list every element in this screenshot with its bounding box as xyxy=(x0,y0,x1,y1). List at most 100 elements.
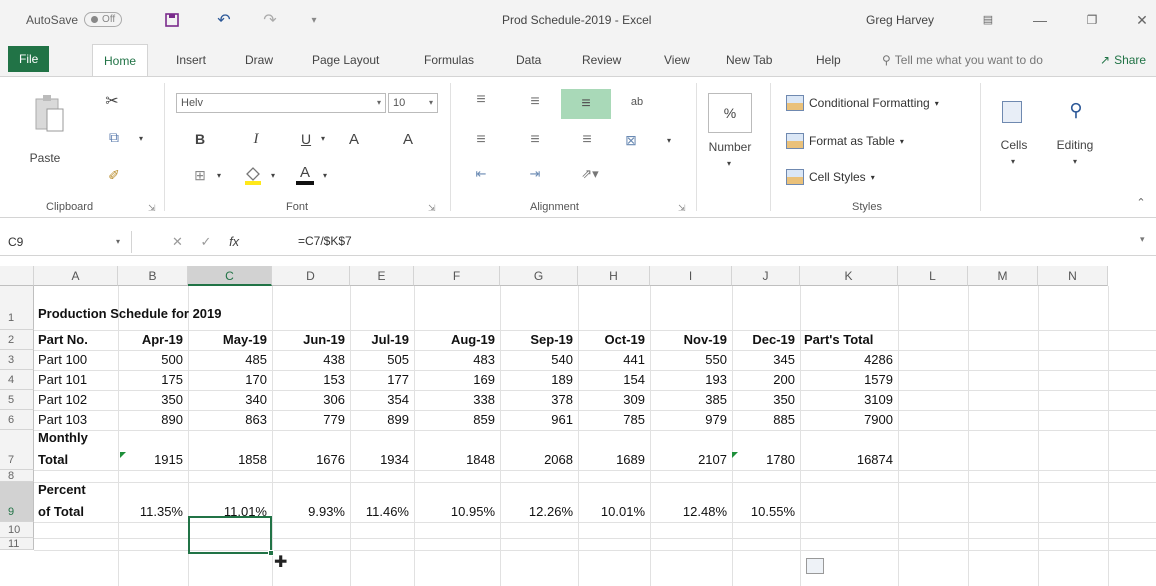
share-button[interactable]: ↗ Share xyxy=(1100,53,1146,67)
cells-icon[interactable] xyxy=(1002,101,1022,123)
cell[interactable]: 12.26% xyxy=(500,504,573,519)
cell[interactable]: Oct-19 xyxy=(578,332,645,347)
cell[interactable]: Part 103 xyxy=(38,412,87,427)
font-size-select[interactable]: 10 ▾ xyxy=(388,93,438,113)
cell[interactable]: 350 xyxy=(118,392,183,407)
format-as-table-button[interactable]: Format as Table ▾ xyxy=(786,133,904,149)
tab-review[interactable]: Review xyxy=(582,53,621,67)
cell[interactable]: 785 xyxy=(578,412,645,427)
cell[interactable]: 899 xyxy=(350,412,409,427)
cell[interactable]: 378 xyxy=(500,392,573,407)
tab-insert[interactable]: Insert xyxy=(176,53,206,67)
collapse-ribbon-icon[interactable]: ⌃ xyxy=(1134,195,1148,209)
cell[interactable]: 1915 xyxy=(118,452,183,467)
cell[interactable]: 1780 xyxy=(732,452,795,467)
decrease-indent-icon[interactable]: ⇤ xyxy=(470,165,492,183)
cell[interactable]: 189 xyxy=(500,372,573,387)
cell[interactable]: Sep-19 xyxy=(500,332,573,347)
cell[interactable]: Part 100 xyxy=(38,352,87,367)
row-header-8[interactable]: 8 xyxy=(0,470,34,482)
cell[interactable]: 500 xyxy=(118,352,183,367)
underline-button[interactable]: U xyxy=(296,129,316,149)
column-header-e[interactable]: E xyxy=(350,266,414,286)
orientation-icon[interactable]: ⇗▾ xyxy=(576,165,604,183)
tab-home[interactable]: Home xyxy=(92,44,148,76)
cell[interactable]: 16874 xyxy=(800,452,893,467)
row-header-5[interactable]: 5 xyxy=(0,390,34,410)
cell[interactable]: 438 xyxy=(272,352,345,367)
cell[interactable]: 7900 xyxy=(800,412,893,427)
cell[interactable]: Part 101 xyxy=(38,372,87,387)
borders-dropdown-icon[interactable]: ▾ xyxy=(214,168,224,182)
column-header-j[interactable]: J xyxy=(732,266,800,286)
cell[interactable]: May-19 xyxy=(188,332,267,347)
cell[interactable]: 309 xyxy=(578,392,645,407)
cell[interactable]: 2107 xyxy=(650,452,727,467)
increase-indent-icon[interactable]: ⇥ xyxy=(524,165,546,183)
cell[interactable]: 354 xyxy=(350,392,409,407)
cell[interactable]: 863 xyxy=(188,412,267,427)
column-header-i[interactable]: I xyxy=(650,266,732,286)
column-header-h[interactable]: H xyxy=(578,266,650,286)
cell[interactable]: Dec-19 xyxy=(732,332,795,347)
cell[interactable]: Apr-19 xyxy=(118,332,183,347)
cell[interactable]: 200 xyxy=(732,372,795,387)
cell[interactable]: 1858 xyxy=(188,452,267,467)
ribbon-display-icon[interactable]: ▤ xyxy=(978,10,998,30)
row-header-7[interactable]: 7 xyxy=(0,430,34,470)
cell[interactable]: 170 xyxy=(188,372,267,387)
column-header-l[interactable]: L xyxy=(898,266,968,286)
cell[interactable]: 350 xyxy=(732,392,795,407)
tab-page-layout[interactable]: Page Layout xyxy=(312,53,379,67)
row-header-9[interactable]: 9 xyxy=(0,482,34,522)
row-header-6[interactable]: 6 xyxy=(0,410,34,430)
cell[interactable]: 4286 xyxy=(800,352,893,367)
cell[interactable]: 1689 xyxy=(578,452,645,467)
align-center-icon[interactable]: ≡ xyxy=(524,131,546,149)
top-align-icon[interactable]: ≡ xyxy=(470,91,492,109)
tab-file[interactable]: File xyxy=(8,46,50,72)
number-dropdown-icon[interactable]: ▾ xyxy=(724,157,734,169)
align-left-icon[interactable]: ≡ xyxy=(470,131,492,149)
tell-me-search[interactable]: ⚲ Tell me what you want to do xyxy=(882,53,1043,67)
italic-button[interactable]: I xyxy=(246,129,266,149)
cell[interactable]: 193 xyxy=(650,372,727,387)
format-painter-icon[interactable]: ✐ xyxy=(104,165,124,185)
error-indicator-icon[interactable] xyxy=(732,452,738,458)
user-name[interactable]: Greg Harvey xyxy=(866,13,934,27)
cell[interactable]: 961 xyxy=(500,412,573,427)
middle-align-icon[interactable]: ≡ xyxy=(524,93,546,111)
cell[interactable]: 441 xyxy=(578,352,645,367)
cancel-icon[interactable]: ✕ xyxy=(172,234,183,249)
conditional-formatting-button[interactable]: Conditional Formatting ▾ xyxy=(786,95,939,111)
column-header-a[interactable]: A xyxy=(34,266,118,286)
column-header-c[interactable]: C xyxy=(188,266,272,286)
percent-icon[interactable]: % xyxy=(708,93,752,133)
insert-function-icon[interactable]: fx xyxy=(229,234,239,249)
borders-icon[interactable]: ⊞ xyxy=(190,165,210,185)
cell[interactable]: 385 xyxy=(650,392,727,407)
merge-dropdown-icon[interactable]: ▾ xyxy=(664,133,674,147)
cell[interactable]: 885 xyxy=(732,412,795,427)
underline-dropdown-icon[interactable]: ▾ xyxy=(318,131,328,145)
font-name-select[interactable]: Helv ▾ xyxy=(176,93,386,113)
column-header-b[interactable]: B xyxy=(118,266,188,286)
cell[interactable]: 2068 xyxy=(500,452,573,467)
cell[interactable]: 306 xyxy=(272,392,345,407)
row-header-2[interactable]: 2 xyxy=(0,330,34,350)
cell[interactable]: 540 xyxy=(500,352,573,367)
cell[interactable]: 12.48% xyxy=(650,504,727,519)
wrap-text-icon[interactable]: ab xyxy=(626,91,648,113)
column-header-m[interactable]: M xyxy=(968,266,1038,286)
clipboard-launcher-icon[interactable]: ⇲ xyxy=(148,203,156,214)
cell[interactable]: 153 xyxy=(272,372,345,387)
cell[interactable]: of Total xyxy=(38,504,84,519)
name-box[interactable]: C9 ▾ xyxy=(4,231,132,253)
cell[interactable]: 1676 xyxy=(272,452,345,467)
error-indicator-icon[interactable] xyxy=(120,452,126,458)
copy-icon[interactable]: ⧉ xyxy=(104,127,124,147)
tab-help[interactable]: Help xyxy=(816,53,841,67)
cell[interactable]: Jul-19 xyxy=(350,332,409,347)
tab-draw[interactable]: Draw xyxy=(245,53,273,67)
decrease-font-button[interactable]: A xyxy=(398,129,418,149)
